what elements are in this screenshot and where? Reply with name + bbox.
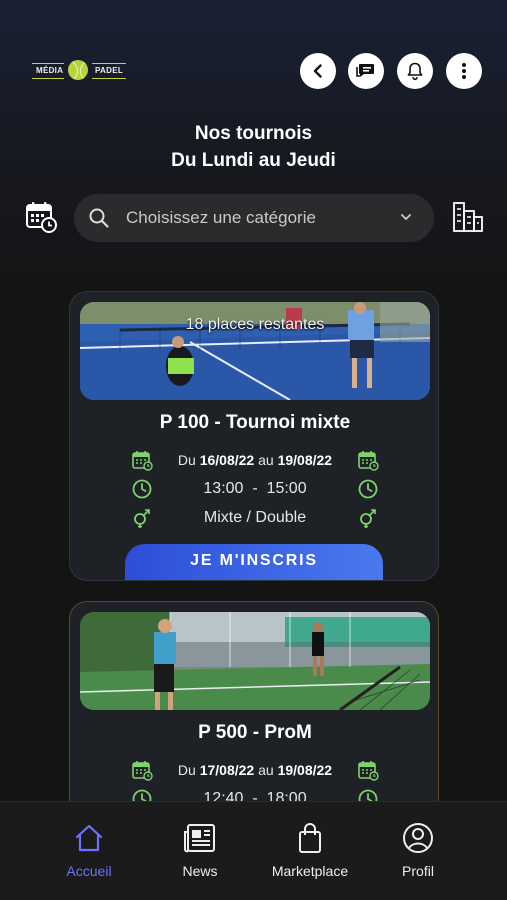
calendar-icon [132,761,153,781]
date-row: Du 16/08/22 au 19/08/22 [70,449,438,473]
nav-label: Marketplace [271,863,349,879]
chevron-down-icon[interactable] [400,212,412,222]
title-line-1: Nos tournois [194,123,313,144]
time-range: 13:00 - 15:00 [203,480,307,497]
chevron-left-icon [313,64,322,78]
tournament-title: P 500 - ProM [198,722,312,743]
user-icon [403,823,433,853]
nav-label: Accueil [66,863,112,879]
club-filter-button[interactable] [450,200,486,234]
category-row: Mixte / Double [70,507,438,531]
nav-item-news[interactable]: News [150,822,250,879]
calendar-filter-button[interactable] [24,200,58,234]
category-search-input[interactable] [126,206,386,230]
bottom-navigation: Accueil News Marketplace Profil [0,801,507,900]
logo-right-text: PADEL [95,66,124,75]
nav-item-accueil[interactable]: Accueil [39,822,139,879]
home-icon [75,824,103,852]
nav-label: Profil [402,863,434,879]
messages-button[interactable] [348,53,384,89]
clock-icon [132,479,152,499]
calendar-icon [132,451,153,471]
back-button[interactable] [300,53,336,89]
nav-item-profil[interactable]: Profil [368,822,468,879]
bell-icon [407,62,423,81]
media-padel-logo: MÉDIA PADEL [32,58,126,84]
more-options-button[interactable] [446,53,482,89]
tournament-card[interactable]: 18 places restantes P 100 - Tournoi mixt… [69,291,439,581]
shopping-bag-icon [299,823,321,853]
newspaper-icon [184,824,215,853]
places-remaining: 18 places restantes [185,316,325,333]
register-button[interactable]: JE M'INSCRIS [125,544,383,580]
tournament-title: P 100 - Tournoi mixte [159,412,351,433]
gender-mixed-icon [360,509,376,528]
date-range: Du 17/08/22 au 19/08/22 [177,762,333,778]
page-title: Nos tournois Du Lundi au Jeudi [0,120,507,174]
search-icon [89,208,109,228]
buildings-icon [453,202,483,232]
chat-icon [356,64,374,77]
notifications-button[interactable] [397,53,433,89]
nav-label: News [182,863,218,879]
date-row: Du 17/08/22 au 19/08/22 [70,759,438,783]
time-row: 13:00 - 15:00 [70,478,438,502]
category-label: Mixte / Double [203,509,307,526]
tennis-ball-icon [68,60,88,80]
calendar-icon [358,451,379,471]
category-search[interactable] [74,194,434,242]
title-line-2: Du Lundi au Jeudi [171,150,336,171]
more-vertical-icon [462,63,466,79]
calendar-clock-icon [26,202,57,233]
logo-left-text: MÉDIA [36,66,64,75]
nav-item-marketplace[interactable]: Marketplace [260,822,360,879]
gender-mixed-icon [134,509,150,528]
clock-icon [358,479,378,499]
calendar-icon [358,761,379,781]
date-range: Du 16/08/22 au 19/08/22 [177,452,333,468]
tournament-photo [80,612,430,710]
